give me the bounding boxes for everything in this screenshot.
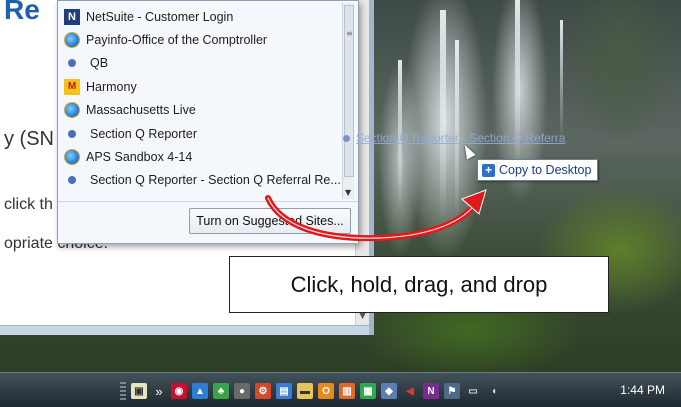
dot-icon xyxy=(68,176,76,185)
jumplist-item-qb[interactable]: QB xyxy=(64,52,344,75)
clock[interactable]: 1:44 PM xyxy=(620,383,665,397)
jumplist-item-label: Harmony xyxy=(86,79,137,94)
jumplist-item-label: Payinfo-Office of the Comptroller xyxy=(86,33,268,48)
chevron-icon[interactable]: » xyxy=(152,384,166,399)
jumplist-scrollbar[interactable]: ≡ ▼ xyxy=(342,3,354,199)
jumplist-item-netsuite[interactable]: N NetSuite - Customer Login xyxy=(64,5,344,28)
waterfall-streak xyxy=(455,40,459,220)
scroll-down-arrow-icon[interactable]: ▼ xyxy=(345,188,351,197)
jumplist-item-label: QB xyxy=(90,56,109,71)
waterfall-streak xyxy=(560,20,563,140)
grid-icon[interactable]: ▦ xyxy=(360,383,376,399)
flag-icon[interactable]: ◀ xyxy=(402,383,418,399)
folder-icon[interactable]: ▬ xyxy=(297,383,313,399)
harmony-icon: M xyxy=(64,78,80,95)
page-text-line: y (SN xyxy=(4,128,54,150)
suggested-sites-button[interactable]: Turn on Suggested Sites... xyxy=(189,208,351,234)
ie-icon xyxy=(64,149,80,166)
jumplist-item-label: NetSuite - Customer Login xyxy=(86,9,234,24)
taskbar-grip[interactable] xyxy=(120,382,126,400)
divider xyxy=(58,201,358,202)
netsuite-icon: N xyxy=(64,8,80,25)
jumplist-item-payinfo[interactable]: Payinfo-Office of the Comptroller xyxy=(64,28,344,51)
jumplist-item-masslive[interactable]: Massachusetts Live xyxy=(64,99,344,122)
gear-icon[interactable]: ⚙ xyxy=(255,383,271,399)
browser-frame-bottom xyxy=(0,325,369,335)
plus-icon: + xyxy=(482,163,495,177)
app-icon[interactable]: ▣ xyxy=(131,383,147,399)
jumplist-item-section-q-reporter[interactable]: Section Q Reporter xyxy=(64,122,344,145)
taskbar-tray: ▣ » ◉ ▲ ♣ ● ⚙ ▤ ▬ O ▥ ▦ ◆ ◀ N ⚑ ▭ ◖ xyxy=(120,379,502,403)
dot-icon xyxy=(343,134,350,142)
triangle-icon[interactable]: ▲ xyxy=(192,383,208,399)
jumplist-item-harmony[interactable]: M Harmony xyxy=(64,75,344,98)
grip-icon: ≡ xyxy=(346,29,353,38)
shield-icon[interactable]: ◉ xyxy=(171,383,187,399)
ie-icon xyxy=(64,32,80,49)
jumplist-item-section-q-referral[interactable]: Section Q Reporter - Section Q Referral … xyxy=(64,169,344,192)
network-icon[interactable]: ◆ xyxy=(381,383,397,399)
outlook-icon[interactable]: O xyxy=(318,383,334,399)
jumplist-item-label: Massachusetts Live xyxy=(86,103,196,118)
circle-icon[interactable]: ● xyxy=(234,383,250,399)
onenote-icon[interactable]: N xyxy=(423,383,439,399)
dot-icon xyxy=(68,59,76,68)
copy-to-desktop-tooltip: + Copy to Desktop xyxy=(477,159,598,181)
jumplist-item-label: Section Q Reporter - Section Q Referral … xyxy=(90,173,341,188)
window-icon[interactable]: ▤ xyxy=(276,383,292,399)
instruction-callout: Click, hold, drag, and drop xyxy=(229,256,609,313)
dot-icon xyxy=(68,129,76,138)
leaf-icon[interactable]: ♣ xyxy=(213,383,229,399)
waterfall-streak xyxy=(440,10,446,220)
ie-icon xyxy=(64,102,80,119)
volume-icon[interactable]: ◖ xyxy=(486,383,502,399)
jump-list: N NetSuite - Customer Login Payinfo-Offi… xyxy=(57,0,359,244)
taskbar: ▣ » ◉ ▲ ♣ ● ⚙ ▤ ▬ O ▥ ▦ ◆ ◀ N ⚑ ▭ ◖ 1:44… xyxy=(0,372,681,407)
network-status-icon[interactable]: ▭ xyxy=(465,383,481,399)
copy-label: Copy to Desktop xyxy=(499,163,592,177)
ghost-link-text: Section Q Reporter - Section Q Referra xyxy=(356,131,566,145)
page-text-line: click th xyxy=(4,196,53,213)
dragged-link-ghost: Section Q Reporter - Section Q Referra xyxy=(343,131,565,145)
page-title-fragment: Re xyxy=(4,0,40,25)
jumplist-item-label: APS Sandbox 4-14 xyxy=(86,150,193,165)
jumplist-item-label: Section Q Reporter xyxy=(90,126,197,141)
jumplist-item-aps-sandbox[interactable]: APS Sandbox 4-14 xyxy=(64,145,344,168)
action-center-icon[interactable]: ⚑ xyxy=(444,383,460,399)
chart-icon[interactable]: ▥ xyxy=(339,383,355,399)
